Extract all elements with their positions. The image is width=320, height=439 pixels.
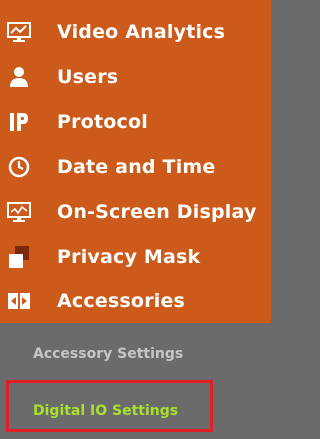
menu-item-date-and-time[interactable]: Date and Time bbox=[0, 145, 271, 189]
settings-menu: Video Analytics Users Protocol Date and … bbox=[0, 0, 271, 323]
user-icon bbox=[7, 65, 31, 89]
menu-item-accessories[interactable]: Accessories bbox=[0, 279, 271, 323]
menu-item-privacy-mask[interactable]: Privacy Mask bbox=[0, 235, 271, 279]
menu-item-label: Privacy Mask bbox=[57, 246, 201, 268]
menu-item-label: Video Analytics bbox=[57, 21, 226, 43]
submenu-item-label: Accessory Settings bbox=[33, 346, 184, 362]
clock-icon bbox=[7, 155, 31, 179]
menu-item-label: On-Screen Display bbox=[57, 201, 257, 223]
menu-item-label: Accessories bbox=[57, 290, 186, 312]
privacy-mask-icon bbox=[7, 245, 31, 269]
menu-item-label: Users bbox=[57, 66, 119, 88]
highlight-box bbox=[6, 380, 213, 432]
video-analytics-icon bbox=[7, 20, 31, 44]
menu-item-users[interactable]: Users bbox=[0, 55, 271, 99]
accessories-icon bbox=[7, 289, 31, 313]
menu-item-on-screen-display[interactable]: On-Screen Display bbox=[0, 190, 271, 234]
menu-item-label: Protocol bbox=[57, 111, 148, 133]
ip-icon bbox=[7, 110, 31, 134]
menu-item-label: Date and Time bbox=[57, 156, 216, 178]
menu-item-protocol[interactable]: Protocol bbox=[0, 100, 271, 144]
menu-item-video-analytics[interactable]: Video Analytics bbox=[0, 10, 271, 54]
submenu-item-accessory-settings[interactable]: Accessory Settings bbox=[0, 334, 271, 374]
monitor-icon bbox=[7, 200, 31, 224]
